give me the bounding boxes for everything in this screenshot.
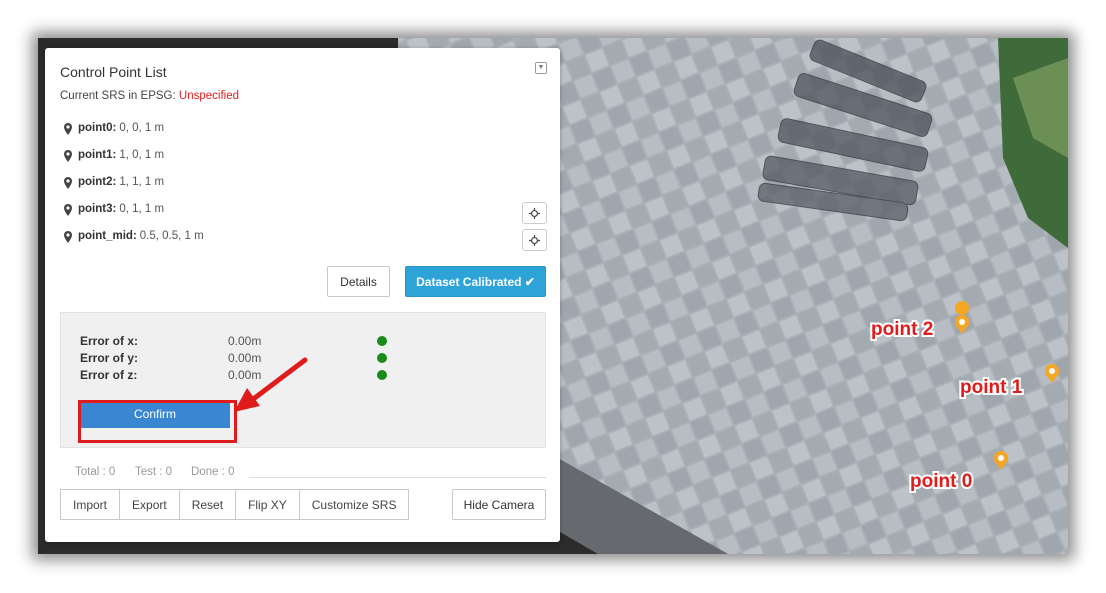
point-value: 0, 1, 1 m [119, 203, 165, 215]
hide-camera-button[interactable]: Hide Camera [452, 489, 546, 520]
point-name: point3: [78, 203, 117, 215]
marker-label-point-0: point 0 [910, 471, 972, 492]
done-count: Done : 0 [191, 466, 235, 478]
locate-point-mid-button[interactable] [522, 229, 547, 251]
list-item[interactable]: point_mid: 0.5, 0.5, 1 m [63, 230, 204, 257]
divider [249, 477, 546, 478]
collapse-icon[interactable]: ▼ [535, 62, 547, 74]
marker-label-point-1: point 1 [960, 377, 1023, 398]
error-label: Error of y: [80, 351, 139, 365]
map-pin-icon [64, 231, 72, 243]
export-button[interactable]: Export [119, 489, 180, 520]
map-pin-icon [64, 123, 72, 135]
viewer-frame: point 2 point 1 point 0 Control Point Li… [38, 38, 1068, 554]
status-ok-icon [377, 353, 387, 363]
panel-title: Control Point List [60, 64, 167, 80]
dataset-calibrated-button[interactable]: Dataset Calibrated ✔ [405, 266, 546, 297]
crosshair-icon [529, 234, 540, 246]
flip-xy-button[interactable]: Flip XY [235, 489, 300, 520]
error-value: 0.00m [228, 368, 262, 382]
error-label: Error of z: [80, 368, 138, 382]
point-name: point2: [78, 176, 117, 188]
action-button-group: Import Export Reset Flip XY Customize SR… [60, 489, 410, 520]
map-pin-icon [64, 177, 72, 189]
list-item[interactable]: point1: 1, 0, 1 m [63, 149, 204, 176]
map-pin-icon [64, 150, 72, 162]
point-value: 1, 0, 1 m [119, 149, 165, 161]
list-item[interactable]: point2: 1, 1, 1 m [63, 176, 204, 203]
reset-button[interactable]: Reset [178, 489, 237, 520]
test-count: Test : 0 [135, 466, 173, 478]
point-value: 0, 0, 1 m [119, 122, 165, 134]
point-name: point0: [78, 122, 117, 134]
total-count: Total : 0 [75, 466, 116, 478]
marker-label-point-2: point 2 [871, 319, 933, 340]
error-label: Error of x: [80, 334, 139, 348]
point-list: point0: 0, 0, 1 m point1: 1, 0, 1 m poin… [63, 122, 204, 257]
status-ok-icon [377, 336, 387, 346]
map-pin-icon [64, 204, 72, 216]
locate-point3-button[interactable] [522, 202, 547, 224]
srs-label: Current SRS in EPSG: [60, 90, 176, 102]
error-value: 0.00m [228, 351, 262, 365]
point-value: 0.5, 0.5, 1 m [139, 230, 204, 242]
confirm-highlight [78, 400, 237, 443]
import-button[interactable]: Import [60, 489, 121, 520]
point-name: point1: [78, 149, 117, 161]
point-name: point_mid: [78, 230, 137, 242]
crosshair-icon [529, 207, 540, 219]
srs-value: Unspecified [178, 90, 239, 102]
point-value: 1, 1, 1 m [119, 176, 165, 188]
control-point-panel: Control Point List ▼ Current SRS in EPSG… [45, 48, 560, 542]
list-item[interactable]: point0: 0, 0, 1 m [63, 122, 204, 149]
status-ok-icon [377, 370, 387, 380]
list-item[interactable]: point3: 0, 1, 1 m [63, 203, 204, 230]
customize-srs-button[interactable]: Customize SRS [298, 489, 410, 520]
srs-status: Current SRS in EPSG: Unspecified [60, 90, 239, 102]
details-button[interactable]: Details [327, 266, 390, 297]
error-value: 0.00m [228, 334, 262, 348]
